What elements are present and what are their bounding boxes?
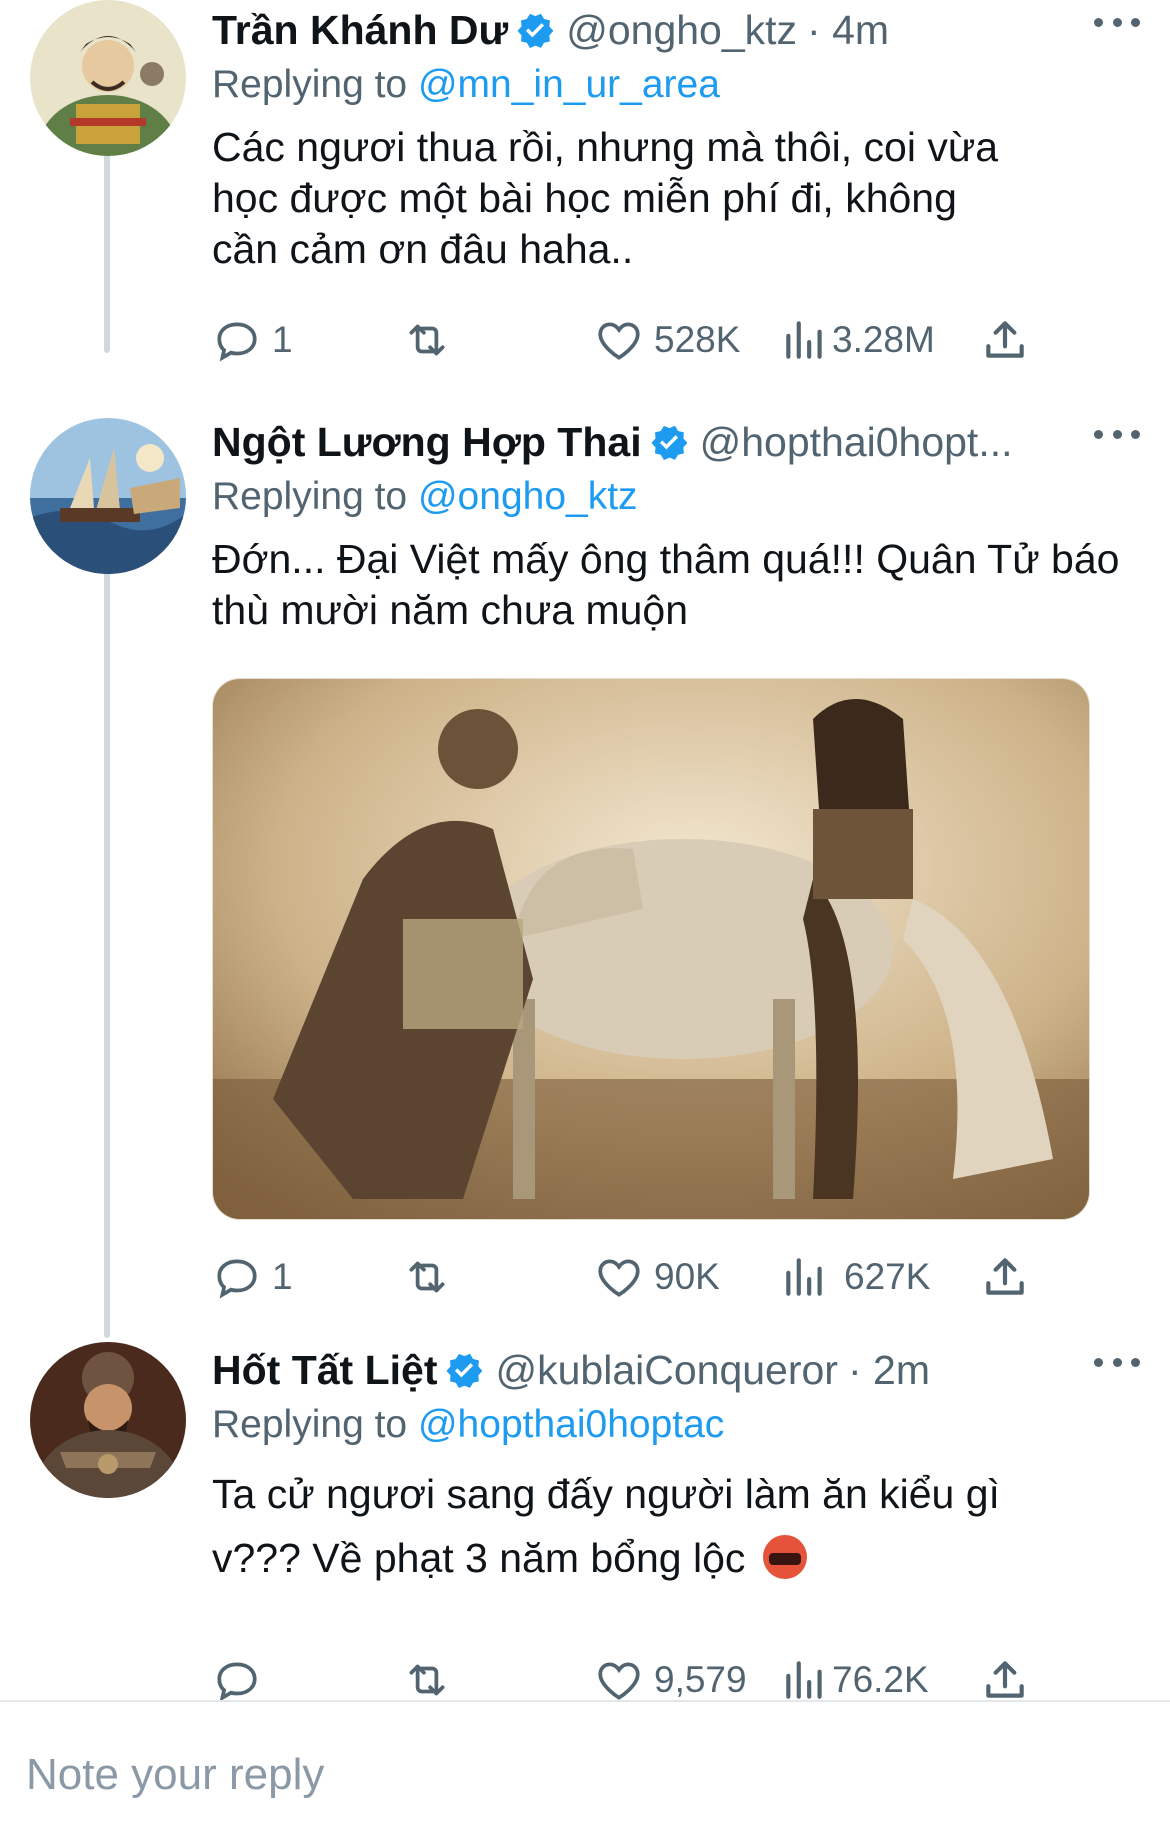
author-name[interactable]: Ngột Lương Hợp Thai: [212, 419, 642, 466]
more-dots-icon[interactable]: [1094, 1342, 1140, 1382]
tweet-text: Đớn... Đại Việt mấy ông thâm quá!!! Quân…: [212, 536, 1120, 633]
retweet-icon: [409, 324, 445, 356]
avatar[interactable]: [30, 418, 186, 574]
author-name[interactable]: Trần Khánh Dư: [212, 7, 508, 54]
more-dots-icon[interactable]: [1094, 414, 1140, 454]
tweet-text: Các ngươi thua rồi, nhưng mà thôi, coi v…: [212, 124, 999, 272]
more-dots-icon[interactable]: [1094, 2, 1140, 42]
like-button[interactable]: 90K: [594, 1247, 720, 1307]
like-count: 90K: [654, 1256, 720, 1297]
views-button[interactable]: 627K: [780, 1247, 930, 1307]
reply-bubble-icon: [217, 1662, 257, 1702]
retweet-button[interactable]: [402, 310, 462, 370]
share-upload-icon: [986, 1661, 1024, 1698]
tweet-actions: 1 528K 3.28M: [212, 310, 1032, 370]
author-handle[interactable]: @kublaiConqueror: [495, 1347, 837, 1394]
reply-bubble-icon: [217, 1259, 257, 1299]
reply-divider: [0, 1700, 1170, 1702]
reply-button[interactable]: 1: [212, 1247, 293, 1307]
like-count: 528K: [654, 319, 741, 360]
thread-connector-line: [104, 143, 110, 353]
avatar[interactable]: [30, 1342, 186, 1498]
tweet-actions: 1 90K 627K: [212, 1247, 1032, 1307]
reply-input-placeholder: Note your reply: [26, 1750, 325, 1799]
share-button[interactable]: [980, 310, 1030, 370]
replying-to-prefix: Replying to: [212, 475, 408, 518]
replying-to-prefix: Replying to: [212, 63, 408, 106]
heart-icon: [598, 1259, 640, 1297]
timestamp: · 2m: [847, 1346, 930, 1393]
share-button[interactable]: [980, 1247, 1030, 1307]
view-count: 627K: [844, 1256, 931, 1297]
reply-bubble-icon: [217, 322, 257, 362]
replying-to: Replying to @ongho_ktz: [212, 472, 1140, 522]
verified-badge-icon: [517, 13, 554, 49]
like-button[interactable]: 528K: [594, 310, 740, 370]
replying-to-mention[interactable]: @mn_in_ur_area: [418, 63, 720, 106]
reply-count: 1: [272, 319, 293, 360]
verified-badge-icon: [446, 1353, 483, 1389]
tweet-media-image[interactable]: [212, 678, 1090, 1220]
reply-count: 1: [272, 1256, 293, 1297]
views-bar-chart-icon: [786, 321, 822, 359]
retweet-button[interactable]: [402, 1247, 462, 1307]
reply-button[interactable]: 1: [212, 310, 293, 370]
replying-to-mention[interactable]: @ongho_ktz: [418, 475, 638, 518]
replying-to: Replying to @mn_in_ur_area: [212, 60, 1140, 110]
replying-to: Replying to @hopthai0hoptac: [212, 1400, 1140, 1450]
retweet-icon: [409, 1664, 445, 1696]
view-count: 76.2K: [832, 1659, 929, 1700]
tweet-text: Ta cử ngươi sang đấy người làm ăn kiểu g…: [212, 1462, 1092, 1590]
replying-to-prefix: Replying to: [212, 1403, 408, 1446]
angry-cursing-face-emoji: [762, 1535, 807, 1580]
replying-to-mention[interactable]: @hopthai0hoptac: [418, 1403, 724, 1446]
share-upload-icon: [986, 321, 1024, 358]
avatar[interactable]: [30, 0, 186, 156]
verified-badge-icon: [651, 425, 687, 461]
heart-icon: [598, 1662, 640, 1700]
heart-icon: [598, 322, 640, 360]
author-name[interactable]: Hốt Tất Liệt: [212, 1347, 437, 1394]
tweet-text-content: Ta cử ngươi sang đấy người làm ăn kiểu g…: [212, 1471, 1000, 1581]
view-count: 3.28M: [832, 319, 935, 360]
retweet-icon: [409, 1261, 445, 1293]
views-bar-chart-icon: [786, 1258, 822, 1296]
share-upload-icon: [986, 1258, 1024, 1295]
author-handle[interactable]: @ongho_ktz: [566, 7, 797, 54]
like-count: 9,579: [654, 1659, 747, 1700]
thread-connector-line: [104, 498, 110, 1338]
views-button[interactable]: 3.28M: [780, 310, 935, 370]
reply-input[interactable]: Note your reply: [26, 1745, 324, 1805]
views-bar-chart-icon: [786, 1661, 822, 1699]
timestamp: · 4m: [807, 6, 890, 53]
author-handle[interactable]: @hopthai0hopt...: [700, 419, 1013, 466]
